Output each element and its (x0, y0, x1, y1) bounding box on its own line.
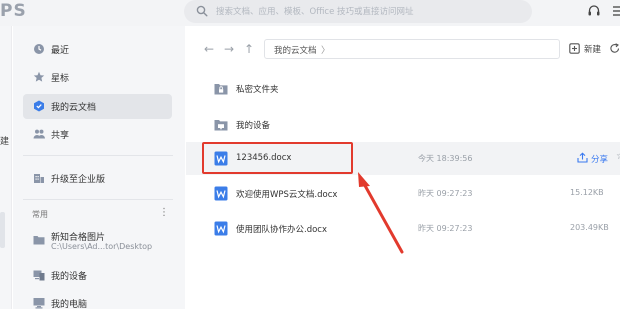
share-button[interactable]: 分享 (577, 152, 617, 165)
sidebar-item-label: 升级至企业版 (51, 175, 106, 185)
forward-button[interactable]: → (224, 42, 234, 56)
file-name: 欢迎使用WPS云文档.docx (236, 190, 338, 200)
file-size: 15.12KB (570, 188, 604, 197)
sidebar-item-starred[interactable]: 星标 (23, 65, 172, 90)
file-modified-time: 今天 18:39:56 (418, 154, 473, 163)
computer-icon (33, 298, 45, 309)
menu-icon[interactable] (612, 5, 620, 17)
search-placeholder: 搜索文档、应用、模板、Office 技巧或直接访问网址 (216, 7, 414, 17)
share-label: 分享 (591, 155, 609, 165)
annotation-highlight-box (202, 142, 353, 174)
sidebar-item-label: 我的设备 (51, 272, 88, 282)
breadcrumb-item[interactable]: 我的云文档 (274, 44, 317, 56)
sidebar-item-label: 共享 (51, 131, 70, 141)
breadcrumb[interactable]: 我的云文档 〉 (264, 39, 560, 59)
clock-icon (34, 44, 44, 54)
device-folder-icon (214, 120, 228, 131)
file-name: 使用团队协作办公.docx (236, 225, 328, 235)
sidebar-item-label: 最近 (51, 46, 70, 56)
share-icon (577, 152, 588, 163)
word-doc-icon (214, 186, 228, 201)
app-logo: PS (0, 1, 27, 21)
sidebar-item-my-computer[interactable]: 我的电脑 (23, 291, 172, 309)
sidebar-item-my-device[interactable]: 我的设备 (23, 263, 172, 288)
up-button[interactable]: ↑ (244, 42, 254, 56)
top-bar: PS 搜索文档、应用、模板、Office 技巧或直接访问网址 (0, 0, 620, 26)
star-toggle-icon[interactable]: ☆ (616, 151, 620, 163)
folder-icon (33, 236, 45, 245)
section-title-frequent: 常用 (32, 210, 48, 219)
edge-selection-bar[interactable] (0, 212, 5, 248)
star-icon (33, 71, 45, 82)
search-input[interactable]: 搜索文档、应用、模板、Office 技巧或直接访问网址 (184, 0, 532, 23)
file-row-welcome-docx[interactable]: 欢迎使用WPS云文档.docx 昨天 09:27:23 15.12KB (186, 177, 620, 210)
headset-icon[interactable] (587, 4, 601, 18)
new-button[interactable]: 新建 (567, 42, 607, 56)
sidebar-divider (23, 199, 173, 200)
left-edge-strip: 建 (0, 26, 12, 309)
sidebar-item-my-cloud-docs[interactable]: 我的云文档 (23, 94, 172, 119)
file-modified-time: 昨天 09:27:23 (418, 224, 473, 233)
device-icon (33, 270, 45, 281)
lock-folder-icon (214, 84, 228, 95)
more-options-icon[interactable]: ⋮ (159, 207, 169, 218)
wps-app-window: PS 搜索文档、应用、模板、Office 技巧或直接访问网址 建 最近 星标 我… (0, 0, 620, 309)
search-icon (196, 5, 208, 17)
new-button-label: 新建 (584, 45, 602, 55)
file-row-private-folder[interactable]: 私密文件夹 (186, 72, 620, 105)
edge-label: 建 (0, 137, 10, 147)
word-doc-icon (214, 221, 228, 236)
file-size: 203.49KB (570, 223, 609, 232)
new-file-icon (569, 43, 580, 54)
refresh-icon[interactable] (610, 43, 620, 54)
sidebar-item-recent[interactable]: 最近 (23, 37, 172, 62)
sidebar-divider (23, 155, 173, 156)
file-name: 我的设备 (236, 121, 271, 131)
sidebar-item-shared[interactable]: 共享 (23, 122, 172, 147)
sidebar-item-label: 我的云文档 (51, 103, 97, 113)
sidebar-item-upgrade-enterprise[interactable]: 升级至企业版 (23, 166, 172, 191)
file-row-my-devices[interactable]: 我的设备 (186, 108, 620, 141)
back-button[interactable]: ← (204, 42, 214, 56)
file-row-team-collab-docx[interactable]: 使用团队协作办公.docx 昨天 09:27:23 203.49KB (186, 212, 620, 245)
sidebar-item-label: 我的电脑 (51, 300, 88, 309)
file-name: 私密文件夹 (236, 85, 279, 95)
chevron-right-icon: 〉 (321, 46, 331, 56)
people-icon (33, 129, 45, 139)
enterprise-icon (34, 174, 44, 183)
recent-folder-path: C:\Users\Ad...tor\Desktop (51, 242, 153, 251)
file-modified-time: 昨天 09:27:23 (418, 189, 473, 198)
sidebar-item-label: 星标 (51, 74, 70, 84)
sidebar: 最近 星标 我的云文档 共享 升级至企业版 常用 ⋮ 新知合格图片 C:\Use… (13, 26, 185, 309)
cloud-doc-icon (34, 100, 44, 112)
